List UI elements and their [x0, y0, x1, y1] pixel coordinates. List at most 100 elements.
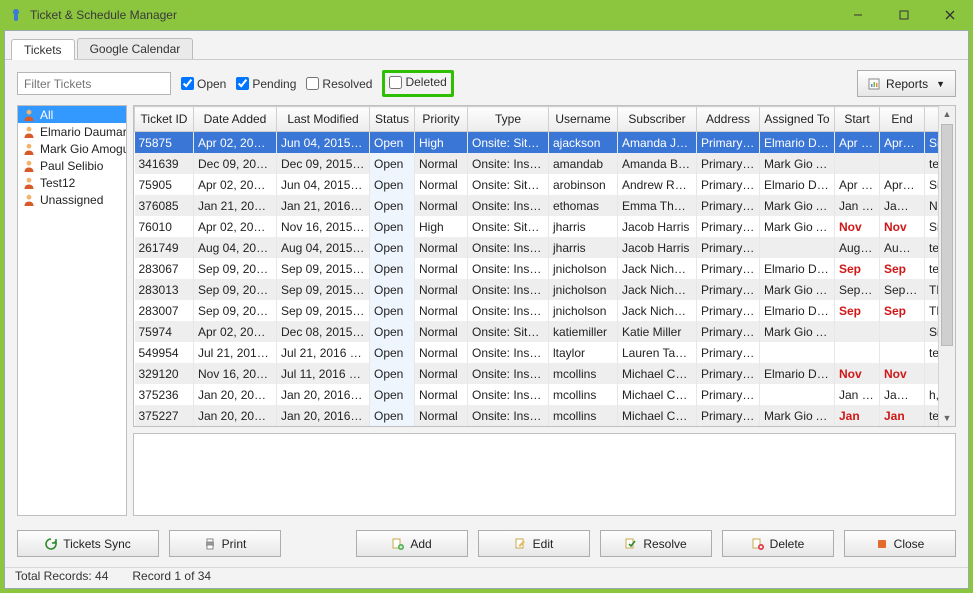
scroll-up-button[interactable]: ▲: [939, 106, 955, 122]
column-header[interactable]: Ticket ID: [135, 107, 194, 132]
table-cell: Jun 04, 2015 …: [277, 174, 370, 195]
table-cell: Primary: …: [697, 321, 760, 342]
column-header[interactable]: Subscriber: [618, 107, 697, 132]
open-checkbox[interactable]: Open: [181, 77, 226, 91]
table-row[interactable]: 75875Apr 02, 201…Jun 04, 2015 …OpenHighO…: [135, 132, 957, 154]
filter-input[interactable]: [17, 72, 171, 95]
column-header[interactable]: Address: [697, 107, 760, 132]
column-header[interactable]: Start: [835, 107, 880, 132]
sidebar-item[interactable]: Mark Gio Amoguis: [18, 140, 126, 157]
table-cell: 549954: [135, 342, 194, 363]
titlebar[interactable]: Ticket & Schedule Manager: [0, 0, 973, 30]
column-header[interactable]: Status: [370, 107, 415, 132]
pending-checkbox-input[interactable]: [236, 77, 249, 90]
person-icon: [22, 142, 36, 156]
table-body[interactable]: 75875Apr 02, 201…Jun 04, 2015 …OpenHighO…: [135, 132, 957, 428]
resolved-checkbox[interactable]: Resolved: [306, 77, 372, 91]
table-cell: Elmario Da…: [760, 132, 835, 154]
table-cell: Onsite: Install: [468, 426, 549, 427]
maximize-button[interactable]: [881, 0, 927, 30]
edit-button[interactable]: Edit: [478, 530, 590, 557]
table-cell: ethomas: [549, 195, 618, 216]
column-header[interactable]: Username: [549, 107, 618, 132]
close-button-label: Close: [894, 537, 925, 551]
table-cell: Jan: [880, 405, 925, 426]
column-header[interactable]: End: [880, 107, 925, 132]
table-row[interactable]: 376085Jan 21, 201…Jan 21, 2016 …OpenNorm…: [135, 195, 957, 216]
table-header-row[interactable]: Ticket IDDate AddedLast ModifiedStatusPr…: [135, 107, 957, 132]
table-row[interactable]: 329120Nov 16, 201…Jul 11, 2016 …OpenNorm…: [135, 363, 957, 384]
column-header[interactable]: Last Modified: [277, 107, 370, 132]
table-row[interactable]: 76010Apr 02, 201…Nov 16, 2015…OpenHighOn…: [135, 216, 957, 237]
column-header[interactable]: Date Added: [194, 107, 277, 132]
tab-tickets[interactable]: Tickets: [11, 39, 75, 60]
table-row[interactable]: 375236Jan 20, 201…Jan 20, 2016 …OpenNorm…: [135, 384, 957, 405]
table-cell: Mark Gio A…: [760, 153, 835, 174]
table-cell: Jacob Harris: [618, 216, 697, 237]
column-header[interactable]: Type: [468, 107, 549, 132]
table-row[interactable]: 283013Sep 09, 201…Sep 09, 2015 …OpenNorm…: [135, 279, 957, 300]
table-cell: 376085: [135, 195, 194, 216]
table-row[interactable]: 375224Jan 20, 201…Jan 20, 2016 …OpenNorm…: [135, 426, 957, 427]
table-cell: High: [415, 216, 468, 237]
assignee-sidebar[interactable]: AllElmario DaumarMark Gio AmoguisPaul Se…: [17, 105, 127, 516]
table-row[interactable]: 261749Aug 04, 201…Aug 04, 2015…OpenNorma…: [135, 237, 957, 258]
table-cell: Jack Nichol…: [618, 300, 697, 321]
close-icon: [876, 538, 888, 550]
table-cell: Open: [370, 195, 415, 216]
table-cell: Onsite: Install: [468, 384, 549, 405]
table-cell: Onsite: Install: [468, 405, 549, 426]
deleted-checkbox[interactable]: Deleted: [389, 75, 446, 89]
table-cell: [880, 153, 925, 174]
close-button[interactable]: Close: [844, 530, 956, 557]
table-cell: Primary: …: [697, 258, 760, 279]
table-cell: Normal: [415, 279, 468, 300]
table-cell: Jan 20, 2016 …: [277, 426, 370, 427]
table-cell: Normal: [415, 384, 468, 405]
resolved-checkbox-input[interactable]: [306, 77, 319, 90]
add-button[interactable]: Add: [356, 530, 468, 557]
resolve-button[interactable]: Resolve: [600, 530, 712, 557]
sync-button-label: Tickets Sync: [63, 537, 131, 551]
delete-button[interactable]: Delete: [722, 530, 834, 557]
tickets-sync-button[interactable]: Tickets Sync: [17, 530, 159, 557]
tickets-table[interactable]: Ticket IDDate AddedLast ModifiedStatusPr…: [134, 106, 956, 427]
table-row[interactable]: 375227Jan 20, 201…Jan 20, 2016 …OpenNorm…: [135, 405, 957, 426]
table-row[interactable]: 549954Jul 21, 2016 …Jul 21, 2016 …OpenNo…: [135, 342, 957, 363]
tickets-grid[interactable]: Ticket IDDate AddedLast ModifiedStatusPr…: [133, 105, 956, 427]
column-header[interactable]: Assigned To: [760, 107, 835, 132]
open-checkbox-input[interactable]: [181, 77, 194, 90]
reports-button[interactable]: Reports ▼: [857, 70, 956, 97]
person-icon: [22, 159, 36, 173]
table-cell: Open: [370, 405, 415, 426]
sidebar-item[interactable]: Elmario Daumar: [18, 123, 126, 140]
table-cell: Nov: [880, 363, 925, 384]
sidebar-item[interactable]: All: [18, 106, 126, 123]
pending-checkbox[interactable]: Pending: [236, 77, 296, 91]
table-cell: Onsite: Site…: [468, 174, 549, 195]
minimize-button[interactable]: [835, 0, 881, 30]
print-button[interactable]: Print: [169, 530, 281, 557]
tab-google-calendar[interactable]: Google Calendar: [77, 38, 194, 59]
table-row[interactable]: 283067Sep 09, 201…Sep 09, 2015 …OpenNorm…: [135, 258, 957, 279]
table-row[interactable]: 341639Dec 09, 201…Dec 09, 2015 …OpenNorm…: [135, 153, 957, 174]
close-window-button[interactable]: [927, 0, 973, 30]
scroll-thumb[interactable]: [941, 124, 953, 346]
sidebar-item[interactable]: Test12: [18, 174, 126, 191]
table-cell: Elmario Da…: [760, 174, 835, 195]
table-row[interactable]: 75974Apr 02, 201…Dec 08, 2015 …OpenNorma…: [135, 321, 957, 342]
sidebar-item[interactable]: Unassigned: [18, 191, 126, 208]
table-cell: Open: [370, 279, 415, 300]
table-cell: Mark Gio A…: [760, 216, 835, 237]
table-row[interactable]: 283007Sep 09, 201…Sep 09, 2015 …OpenNorm…: [135, 300, 957, 321]
table-row[interactable]: 75905Apr 02, 201…Jun 04, 2015 …OpenNorma…: [135, 174, 957, 195]
table-cell: 375224: [135, 426, 194, 427]
deleted-checkbox-input[interactable]: [389, 76, 402, 89]
scroll-down-button[interactable]: ▼: [939, 410, 955, 426]
table-cell: Sep: [880, 300, 925, 321]
table-cell: Jan 21, 201…: [194, 195, 277, 216]
vertical-scrollbar[interactable]: ▲ ▼: [938, 106, 955, 426]
grid-wrap: Ticket IDDate AddedLast ModifiedStatusPr…: [133, 105, 956, 516]
column-header[interactable]: Priority: [415, 107, 468, 132]
sidebar-item[interactable]: Paul Selibio: [18, 157, 126, 174]
